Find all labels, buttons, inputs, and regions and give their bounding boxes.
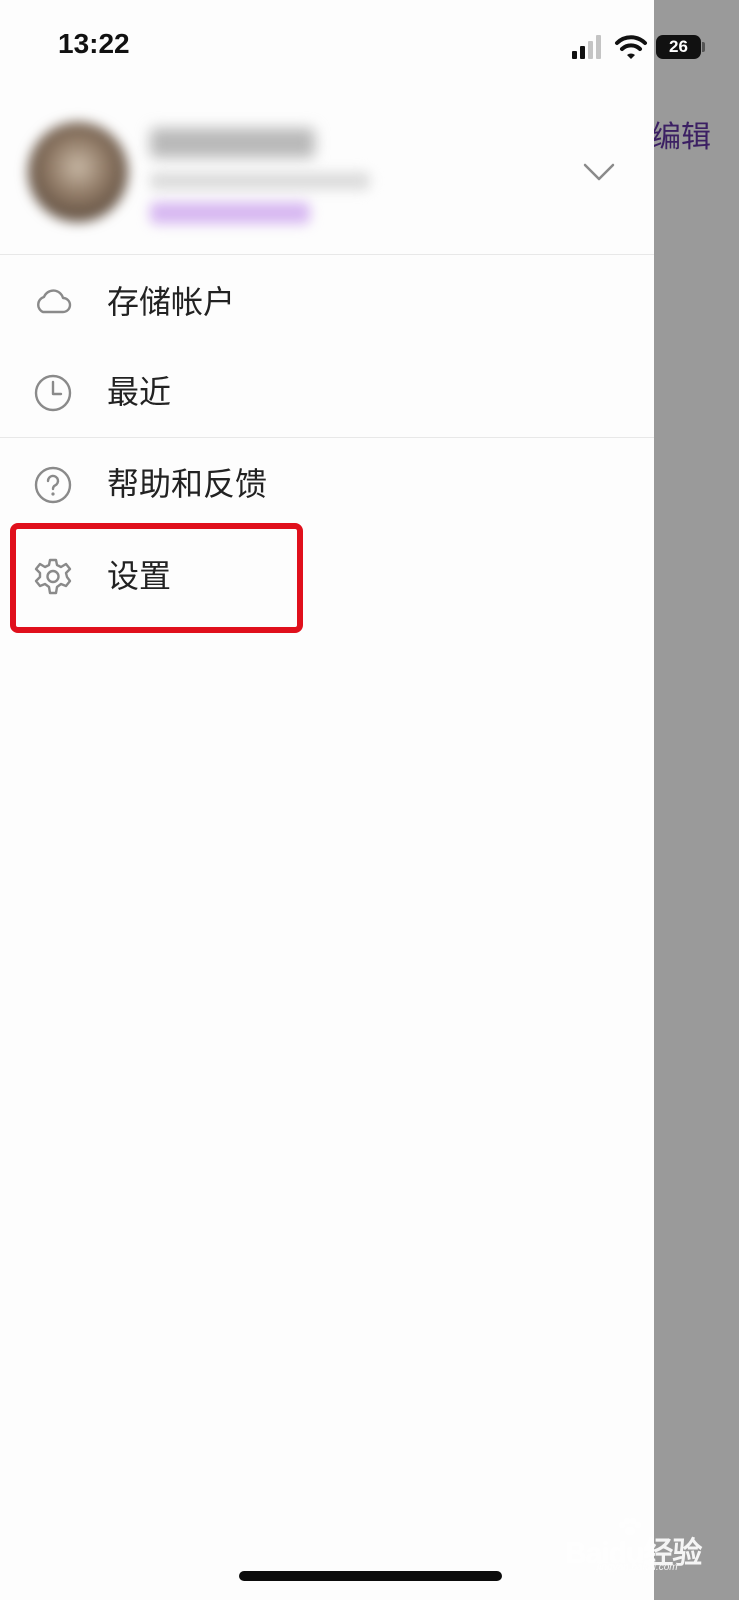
wifi-icon: [615, 35, 647, 59]
account-badge-redacted: [150, 202, 310, 224]
menu-item-settings[interactable]: 设置: [0, 532, 654, 622]
account-name-redacted: [150, 128, 315, 158]
navigation-drawer: 13:22 存储帐户 最近 帮助和反馈 设置: [0, 0, 654, 1600]
menu-item-label: 最近: [107, 373, 172, 411]
cloud-icon: [37, 289, 72, 314]
menu-item-label: 设置: [107, 557, 172, 595]
chevron-down-icon[interactable]: [582, 162, 616, 182]
menu-item-help-feedback[interactable]: 帮助和反馈: [0, 440, 654, 530]
account-email-redacted: [150, 172, 370, 190]
account-profile[interactable]: [0, 110, 654, 255]
paw-icon: [619, 1518, 641, 1535]
gear-icon: [34, 558, 72, 595]
home-indicator[interactable]: [239, 1571, 502, 1581]
battery-icon: 26: [656, 35, 701, 59]
avatar: [28, 122, 128, 222]
menu-item-storage-accounts[interactable]: 存储帐户: [0, 258, 654, 348]
battery-level: 26: [669, 37, 688, 56]
menu-item-recent[interactable]: 最近: [0, 348, 654, 438]
help-circle-icon: [34, 466, 72, 504]
clock-icon: [34, 374, 72, 412]
cellular-signal-icon: [572, 35, 601, 59]
menu-item-label: 存储帐户: [107, 283, 236, 321]
menu-item-label: 帮助和反馈: [107, 465, 268, 503]
watermark: Baidu经验 jingyan.baidu.com: [565, 1518, 705, 1574]
divider: [0, 437, 654, 438]
watermark-url: jingyan.baidu.com: [597, 1562, 678, 1573]
status-time: 13:22: [58, 28, 130, 59]
battery-tip: [702, 42, 705, 52]
edit-button[interactable]: 编辑: [651, 112, 711, 156]
divider: [0, 254, 654, 255]
